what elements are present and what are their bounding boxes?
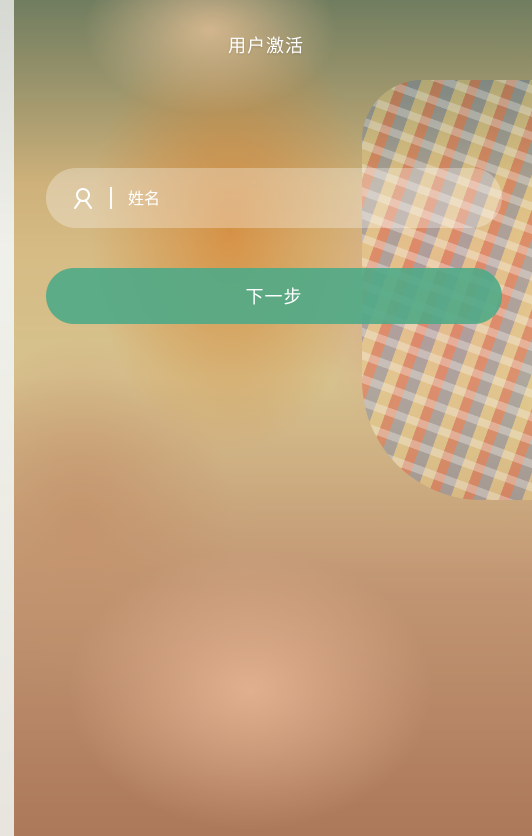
background-shade — [0, 0, 532, 836]
name-field[interactable] — [46, 168, 502, 228]
page-title: 用户激活 — [228, 36, 304, 57]
user-icon — [72, 187, 94, 209]
name-input[interactable] — [128, 188, 468, 208]
background-photo — [0, 0, 532, 836]
next-button[interactable]: 下一步 — [46, 268, 502, 324]
field-divider — [110, 187, 112, 209]
